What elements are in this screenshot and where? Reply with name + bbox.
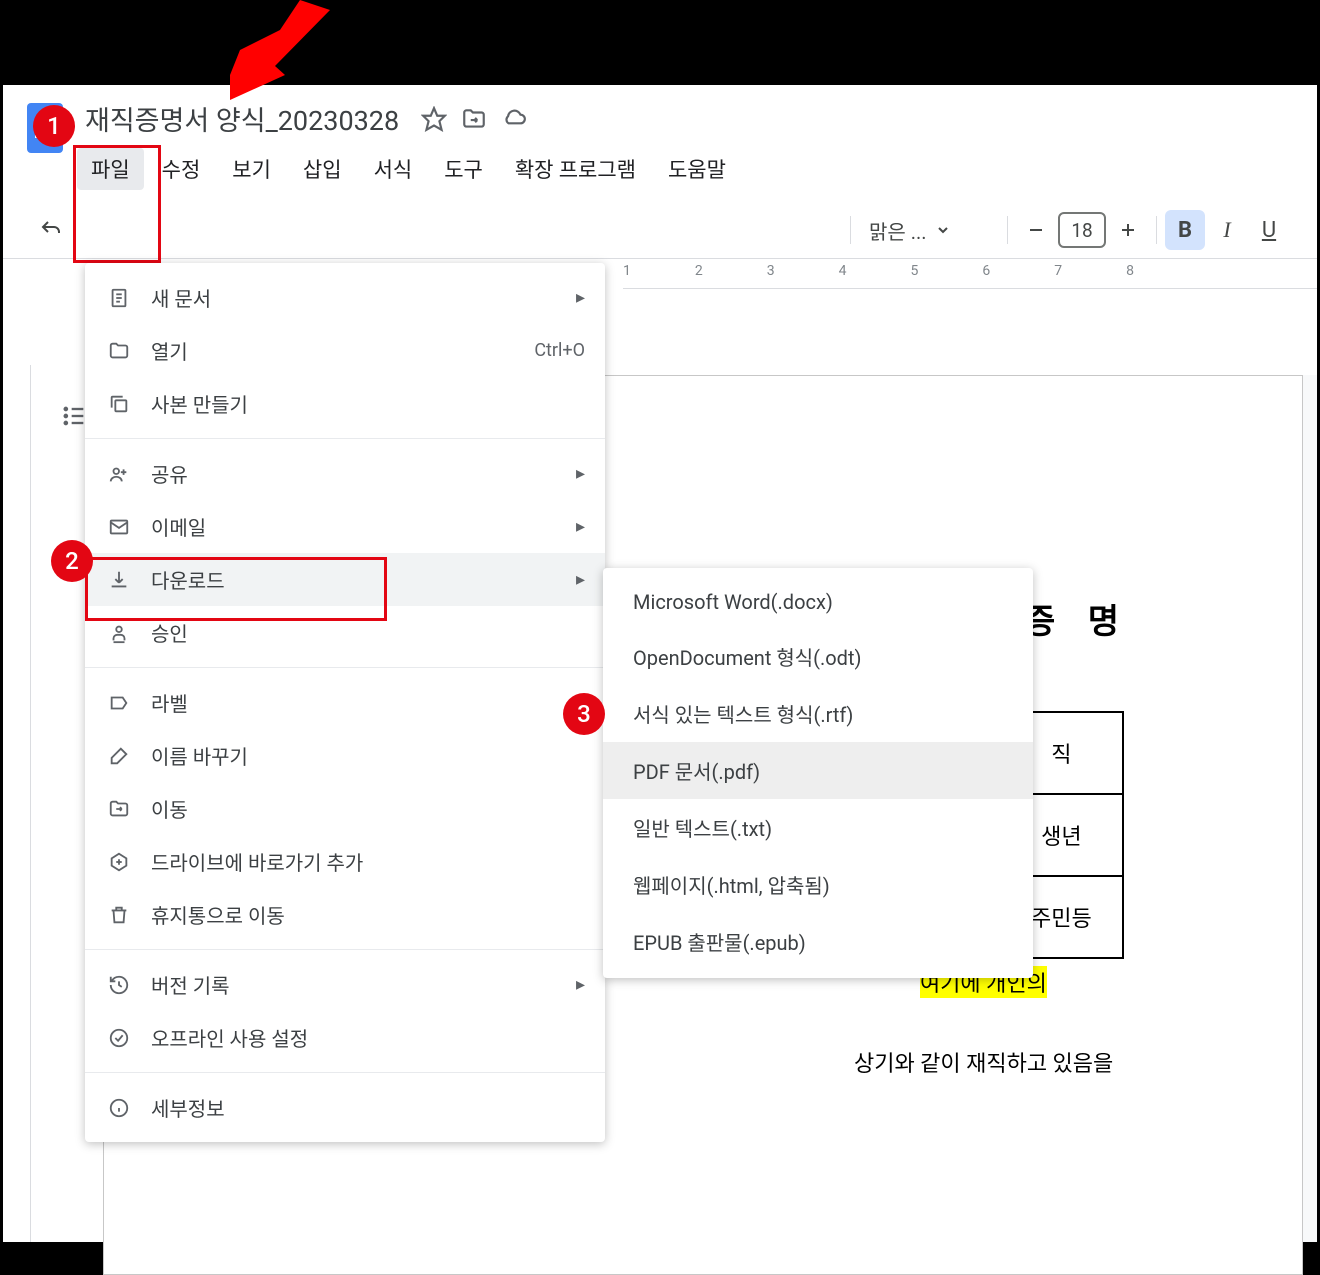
menu-item-offline[interactable]: 오프라인 사용 설정	[85, 1011, 605, 1064]
menu-item-download[interactable]: 다운로드 ▸	[85, 553, 605, 606]
toolbar: 맑은 ... 18 B I U	[3, 202, 1317, 259]
menu-item-email[interactable]: 이메일 ▸	[85, 500, 605, 553]
copy-icon	[105, 390, 133, 418]
menu-help[interactable]: 도움말	[654, 148, 740, 190]
download-submenu: Microsoft Word(.docx) OpenDocument 형식(.o…	[603, 568, 1033, 978]
chevron-right-icon: ▸	[576, 463, 585, 484]
folder-icon	[105, 337, 133, 365]
cloud-status-icon[interactable]	[501, 106, 527, 132]
menubar: 파일 수정 보기 삽입 서식 도구 확장 프로그램 도움말	[77, 142, 1299, 190]
annotation-badge-2: 2	[51, 540, 93, 582]
history-icon	[105, 971, 133, 999]
label-icon	[105, 689, 133, 717]
app-window: 재직증명서 양식_20230328 파일 수정 보기 삽입 서식 도구 확장 프…	[0, 82, 1320, 1245]
menu-edit[interactable]: 수정	[148, 148, 215, 190]
menu-file[interactable]: 파일	[77, 148, 144, 190]
chevron-right-icon: ▸	[576, 974, 585, 995]
menu-insert[interactable]: 삽입	[289, 148, 356, 190]
info-icon	[105, 1094, 133, 1122]
fontsize-input[interactable]: 18	[1058, 212, 1106, 248]
sub-item-html[interactable]: 웹페이지(.html, 압축됨)	[603, 856, 1033, 913]
menu-item-add-shortcut[interactable]: 드라이브에 바로가기 추가	[85, 835, 605, 888]
menu-item-approve[interactable]: 승인	[85, 606, 605, 659]
menu-item-label[interactable]: 라벨	[85, 676, 605, 729]
undo-button[interactable]	[31, 210, 71, 250]
chevron-right-icon: ▸	[576, 569, 585, 590]
sub-item-pdf[interactable]: PDF 문서(.pdf)	[603, 742, 1033, 799]
confirm-text: 상기와 같이 재직하고 있음을	[854, 1046, 1113, 1078]
menu-item-new[interactable]: 새 문서 ▸	[85, 271, 605, 324]
menu-view[interactable]: 보기	[218, 148, 285, 190]
download-icon	[105, 566, 133, 594]
move-folder-icon[interactable]	[461, 106, 487, 132]
menu-item-details[interactable]: 세부정보	[85, 1081, 605, 1134]
document-icon	[105, 284, 133, 312]
chevron-down-icon	[937, 224, 949, 236]
doc-heading: 증 명	[1024, 594, 1131, 643]
menu-tools[interactable]: 도구	[430, 148, 497, 190]
menu-item-version[interactable]: 버전 기록 ▸	[85, 958, 605, 1011]
sub-item-odt[interactable]: OpenDocument 형식(.odt)	[603, 628, 1033, 685]
sub-item-epub[interactable]: EPUB 출판물(.epub)	[603, 913, 1033, 970]
annotation-arrow	[185, 0, 330, 100]
star-icon[interactable]	[421, 106, 447, 132]
sub-item-rtf[interactable]: 서식 있는 텍스트 형식(.rtf)	[603, 685, 1033, 742]
fontsize-decrease-button[interactable]	[1016, 210, 1056, 250]
offline-icon	[105, 1024, 133, 1052]
menu-item-make-copy[interactable]: 사본 만들기	[85, 377, 605, 430]
annotation-badge-1: 1	[33, 105, 75, 147]
menu-item-share[interactable]: 공유 ▸	[85, 447, 605, 500]
menu-item-open[interactable]: 열기 Ctrl+O	[85, 324, 605, 377]
font-family-select[interactable]: 맑은 ...	[859, 212, 999, 249]
share-icon	[105, 460, 133, 488]
move-icon	[105, 795, 133, 823]
bold-button[interactable]: B	[1165, 210, 1205, 250]
rename-icon	[105, 742, 133, 770]
file-menu-dropdown: 새 문서 ▸ 열기 Ctrl+O 사본 만들기 공유 ▸ 이메일 ▸ 다운로드 …	[85, 263, 605, 1142]
trash-icon	[105, 901, 133, 929]
document-title[interactable]: 재직증명서 양식_20230328	[77, 97, 407, 140]
shortcut-icon	[105, 848, 133, 876]
menu-extensions[interactable]: 확장 프로그램	[501, 148, 650, 190]
chevron-right-icon: ▸	[576, 287, 585, 308]
fontsize-increase-button[interactable]	[1108, 210, 1148, 250]
font-name-label: 맑은 ...	[869, 216, 927, 245]
sub-item-txt[interactable]: 일반 텍스트(.txt)	[603, 799, 1033, 856]
header: 재직증명서 양식_20230328 파일 수정 보기 삽입 서식 도구 확장 프…	[3, 85, 1317, 190]
menu-item-move[interactable]: 이동	[85, 782, 605, 835]
vertical-ruler[interactable]	[3, 365, 31, 1242]
underline-button[interactable]: U	[1249, 210, 1289, 250]
approve-icon	[105, 619, 133, 647]
menu-format[interactable]: 서식	[360, 148, 427, 190]
annotation-badge-3: 3	[563, 693, 605, 735]
email-icon	[105, 513, 133, 541]
sub-item-docx[interactable]: Microsoft Word(.docx)	[603, 576, 1033, 628]
menu-item-rename[interactable]: 이름 바꾸기	[85, 729, 605, 782]
chevron-right-icon: ▸	[576, 516, 585, 537]
italic-button[interactable]: I	[1207, 210, 1247, 250]
menu-item-trash[interactable]: 휴지통으로 이동	[85, 888, 605, 941]
